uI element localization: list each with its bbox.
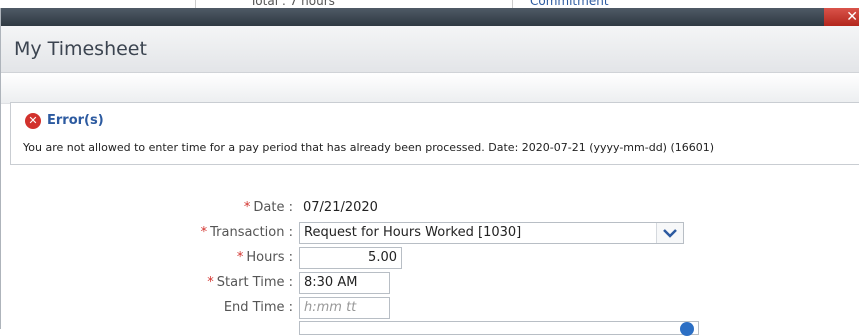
background-link[interactable]: Commitment bbox=[530, 0, 609, 8]
start-time-input[interactable]: 8:30 AM bbox=[299, 272, 390, 294]
dialog-header: My Timesheet bbox=[1, 26, 859, 73]
date-value: 07/21/2020 bbox=[303, 200, 378, 215]
start-time-label: * Start Time : bbox=[207, 275, 293, 290]
background-page: Total : 7 hours Commitment bbox=[0, 0, 859, 8]
transaction-selected-value: Request for Hours Worked [1030] bbox=[304, 225, 522, 240]
hours-input[interactable]: 5.00 bbox=[299, 247, 402, 269]
required-marker: * bbox=[200, 225, 208, 240]
required-marker: * bbox=[243, 200, 251, 215]
hours-row: * Hours : 5.00 bbox=[0, 247, 859, 269]
end-time-input[interactable]: h:mm tt bbox=[299, 297, 390, 319]
lookup-icon[interactable] bbox=[680, 322, 694, 336]
page-title: My Timesheet bbox=[14, 38, 147, 60]
start-time-label-text: Start Time : bbox=[216, 275, 293, 290]
background-divider bbox=[512, 0, 513, 8]
date-row: * Date : 07/21/2020 bbox=[0, 197, 859, 219]
next-field-input[interactable] bbox=[299, 321, 699, 335]
toolbar-strip bbox=[1, 73, 859, 104]
transaction-dropdown-button[interactable] bbox=[656, 223, 683, 243]
date-label-text: Date : bbox=[253, 200, 293, 215]
transaction-label: * Transaction : bbox=[201, 225, 293, 240]
error-circle-icon: ✕ bbox=[25, 113, 41, 129]
required-marker: * bbox=[207, 275, 214, 290]
background-total: Total : 7 hours bbox=[250, 0, 335, 8]
error-title: Error(s) bbox=[47, 113, 104, 128]
end-time-row: End Time : h:mm tt bbox=[0, 297, 859, 319]
transaction-label-text: Transaction : bbox=[210, 225, 293, 240]
end-time-placeholder: h:mm tt bbox=[304, 300, 357, 315]
hours-value: 5.00 bbox=[368, 250, 397, 265]
hours-label-text: Hours : bbox=[246, 250, 293, 265]
close-icon: ✕ bbox=[846, 9, 858, 25]
required-marker: * bbox=[236, 250, 244, 265]
transaction-select[interactable]: Request for Hours Worked [1030] bbox=[299, 222, 684, 244]
background-divider bbox=[195, 0, 196, 8]
start-time-value: 8:30 AM bbox=[304, 275, 358, 290]
date-label: * Date : bbox=[244, 200, 293, 215]
end-time-label: End Time : bbox=[223, 300, 293, 315]
error-panel: ✕ Error(s) You are not allowed to enter … bbox=[10, 102, 859, 165]
close-button[interactable]: ✕ bbox=[824, 8, 859, 26]
hours-label: * Hours : bbox=[237, 250, 293, 265]
chevron-down-icon bbox=[663, 229, 677, 238]
dialog-titlebar[interactable]: ✕ bbox=[1, 8, 859, 26]
error-message: You are not allowed to enter time for a … bbox=[23, 141, 715, 154]
start-time-row: * Start Time : 8:30 AM bbox=[0, 272, 859, 294]
transaction-row: * Transaction : Request for Hours Worked … bbox=[0, 222, 859, 244]
